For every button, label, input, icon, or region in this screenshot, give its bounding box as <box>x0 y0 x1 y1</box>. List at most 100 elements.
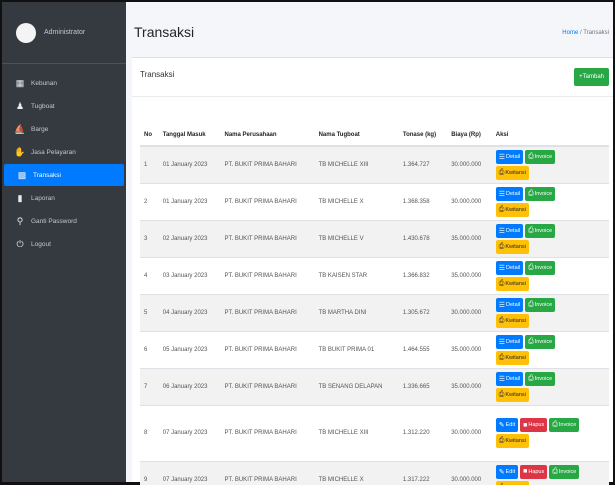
tanggal-cell: 01 January 2023 <box>158 182 221 220</box>
invoice-button[interactable]: ⎙ Invoice <box>525 371 556 386</box>
kwitansi-button[interactable]: ⎙Kwitansi <box>495 350 529 365</box>
invoice-button[interactable]: ⎙ Invoice <box>525 149 556 164</box>
kwitansi-button[interactable]: ⎙Kwitansi <box>495 202 529 217</box>
tugboat-cell: TB MICHELLE X <box>314 460 399 485</box>
column-header[interactable]: Nama Perusahaan <box>220 124 315 147</box>
sidebar-item-barge[interactable]: ⛵ Barge <box>2 118 126 140</box>
divider <box>132 96 613 97</box>
detail-button[interactable]: ☰ Detail <box>495 260 524 275</box>
actions-cell: ☰ Detail ⎙ Invoice ⎙ Kwitansi <box>491 367 609 405</box>
actions-cell: ☰ Detail ⎙ Invoice ⎙ Kwitansi <box>491 145 609 183</box>
tanggal-cell: 05 January 2023 <box>158 330 221 368</box>
kwitansi-button[interactable]: ⎙Kwitansi <box>495 434 529 448</box>
row-number: 6 <box>140 330 159 368</box>
sidebar-item-transaksi[interactable]: ▩ Transaksi <box>4 164 124 186</box>
column-header[interactable]: No <box>140 124 159 147</box>
print-icon: ⎙ <box>528 189 534 197</box>
tugboat-cell: TB MARTHA DINI <box>314 293 399 331</box>
action-label: Detail <box>506 153 521 160</box>
sidebar-item-ganti-password[interactable]: ⚲ Ganti Password <box>2 210 126 232</box>
edit-button[interactable]: ✎ Edit <box>495 464 519 479</box>
sidebar-item-label: Tugboat <box>31 102 55 110</box>
tonase-cell: 1.305.672 <box>398 293 448 331</box>
action-label: Invoice <box>534 264 553 271</box>
invoice-button[interactable]: ⎙ Invoice <box>549 418 580 432</box>
action-label: Invoice <box>534 227 553 234</box>
action-label: Kwitansi <box>505 206 526 213</box>
action-group: ☰ Detail ⎙ Invoice ⎙ Kwitansi <box>495 149 588 180</box>
sidebar-item-jasa-pelayaran[interactable]: ✋ Jasa Pelayaran <box>2 141 126 163</box>
kwitansi-button[interactable]: ⎙Kwitansi <box>495 165 529 180</box>
column-header[interactable]: Tonase (kg) <box>398 124 448 147</box>
tanggal-cell: 04 January 2023 <box>158 293 221 331</box>
tonase-cell: 1.430.678 <box>398 219 448 257</box>
detail-button[interactable]: ☰ Detail <box>495 149 524 164</box>
row-number: 4 <box>140 256 159 294</box>
breadcrumb-home[interactable]: Home <box>562 30 578 36</box>
row-number: 5 <box>140 293 159 331</box>
action-label: Kwitansi <box>505 354 526 361</box>
list-icon: ☰ <box>498 375 506 383</box>
action-label: Invoice <box>558 468 577 475</box>
column-header[interactable]: Aksi <box>491 124 609 147</box>
detail-button[interactable]: ☰ Detail <box>495 297 524 312</box>
invoice-button[interactable]: ⎙ Invoice <box>525 260 556 275</box>
kwitansi-button[interactable]: ⎙Kwitansi <box>495 387 529 402</box>
invoice-button[interactable]: ⎙ Invoice <box>525 334 556 349</box>
detail-button[interactable]: ☰ Detail <box>495 186 524 201</box>
action-label: Kwitansi <box>505 169 526 176</box>
user-tie-icon: ♟ <box>15 100 25 111</box>
invoice-button[interactable]: ⎙ Invoice <box>525 223 556 238</box>
sidebar-item-logout[interactable]: ⏻ Logout <box>2 233 126 255</box>
power-icon: ⏻ <box>16 238 24 249</box>
sidebar-item-kebunan[interactable]: ▦ Kebunan <box>2 72 126 94</box>
user-avatar-icon <box>16 22 36 43</box>
sidebar: Administrator ▦ Kebunan ♟ Tugboat ⛵ Barg… <box>2 2 126 482</box>
add-transaction-button[interactable]: + Tambah <box>574 68 609 86</box>
detail-button[interactable]: ☰ Detail <box>495 223 524 238</box>
table-row: 1 01 January 2023 PT. BUKIT PRIMA BAHARI TB… <box>140 145 609 183</box>
receipt-icon: ▩ <box>17 169 27 180</box>
action-label: Detail <box>506 190 521 197</box>
column-header[interactable]: Nama Tugboat <box>314 124 399 147</box>
print-icon: ⎙ <box>498 437 505 444</box>
print-icon: ⎙ <box>498 316 505 324</box>
action-label: Kwitansi <box>505 438 526 444</box>
sidebar-item-laporan[interactable]: ▮ Laporan <box>2 187 126 209</box>
print-icon: ⎙ <box>528 263 534 271</box>
sidebar-brand[interactable]: Administrator <box>2 2 126 64</box>
action-label: Kwitansi <box>505 317 526 324</box>
tonase-cell: 1.366.832 <box>398 256 448 294</box>
table-body: 1 01 January 2023 PT. BUKIT PRIMA BAHARI TB… <box>140 145 609 485</box>
perusahaan-cell: PT. BUKIT PRIMA BAHARI <box>220 145 315 183</box>
tonase-cell: 1.312.220 <box>398 404 448 461</box>
kwitansi-button[interactable]: ⎙Kwitansi <box>495 480 529 485</box>
invoice-button[interactable]: ⎙ Invoice <box>549 464 580 479</box>
kwitansi-button[interactable]: ⎙Kwitansi <box>495 313 529 328</box>
biaya-cell: 35.000.000 <box>447 330 492 368</box>
kwitansi-button[interactable]: ⎙Kwitansi <box>495 239 529 254</box>
perusahaan-cell: PT. BUKIT PRIMA BAHARI <box>220 182 315 220</box>
sidebar-item-tugboat[interactable]: ♟ Tugboat <box>2 95 126 117</box>
detail-button[interactable]: ☰ Detail <box>495 371 524 386</box>
table-row: 8 07 January 2023 PT. BUKIT PRIMA BAHARI TB… <box>140 404 609 461</box>
print-icon: ⎙ <box>528 374 534 382</box>
invoice-button[interactable]: ⎙ Invoice <box>525 297 556 312</box>
perusahaan-cell: PT. BUKIT PRIMA BAHARI <box>220 256 315 294</box>
invoice-button[interactable]: ⎙ Invoice <box>525 186 556 201</box>
edit-button[interactable]: ✎ Edit <box>495 418 519 432</box>
column-header[interactable]: Tanggal Masuk <box>158 124 221 147</box>
actions-cell: ☰ Detail ⎙ Invoice ⎙ Kwitansi <box>491 293 609 331</box>
table-row: 7 06 January 2023 PT. BUKIT PRIMA BAHARI TB… <box>140 367 609 405</box>
kwitansi-button[interactable]: ⎙Kwitansi <box>495 276 529 291</box>
column-header[interactable]: Biaya (Rp) <box>447 124 492 147</box>
print-icon: ⎙ <box>552 467 558 475</box>
delete-button[interactable]: ■ Hapus <box>520 464 548 479</box>
delete-button[interactable]: ■ Hapus <box>520 418 548 432</box>
action-group: ☰ Detail ⎙ Invoice ⎙ Kwitansi <box>495 371 588 402</box>
action-group: ☰ Detail ⎙ Invoice ⎙ Kwitansi <box>495 186 588 217</box>
detail-button[interactable]: ☰ Detail <box>495 334 524 349</box>
tugboat-cell: TB MICHELLE XIII <box>314 145 399 183</box>
handshake-icon: ✋ <box>14 146 26 157</box>
action-label: Invoice <box>558 422 577 428</box>
